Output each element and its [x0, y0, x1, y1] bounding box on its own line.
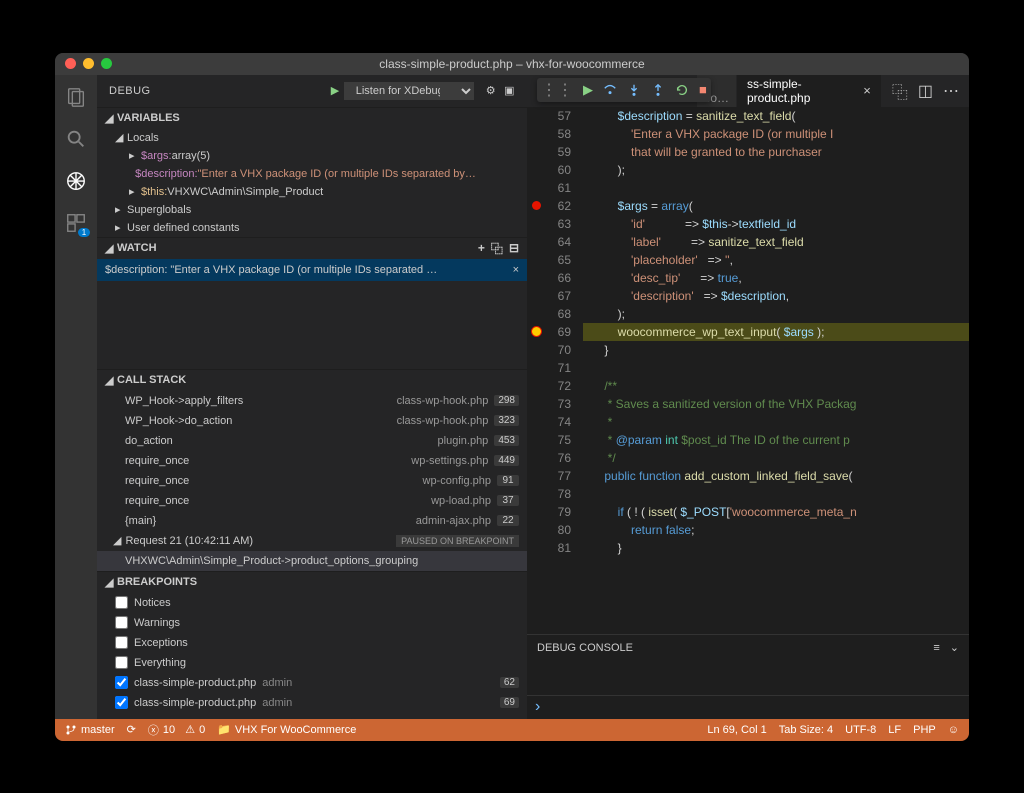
eol[interactable]: LF — [888, 724, 901, 736]
add-watch-icon[interactable]: + — [478, 241, 485, 255]
var-args[interactable]: ▸$args: array(5) — [97, 147, 527, 165]
breakpoint-checkbox[interactable] — [115, 636, 128, 649]
current-frame[interactable]: VHXWC\Admin\Simple_Product->product_opti… — [97, 551, 527, 571]
debug-toolbar: ⋮⋮ ▶ ■ — [537, 78, 711, 102]
breakpoint-item[interactable]: Notices — [97, 593, 527, 613]
console-input[interactable]: › — [527, 695, 969, 719]
remove-icon[interactable]: ⊟ — [509, 241, 519, 255]
compare-icon[interactable]: ⿻ — [892, 79, 908, 103]
editor-area: ⋮⋮ ▶ ■ -fo… ss-simple-product.php× ⿻ ◫ ⋯ — [527, 75, 969, 719]
editor-tabs: ⋮⋮ ▶ ■ -fo… ss-simple-product.php× ⿻ ◫ ⋯ — [527, 75, 969, 107]
step-into-button[interactable] — [627, 83, 641, 97]
breakpoint-item[interactable]: Exceptions — [97, 633, 527, 653]
callstack-frame[interactable]: WP_Hook->apply_filtersclass-wp-hook.php2… — [97, 391, 527, 411]
close-tab-icon[interactable]: × — [863, 83, 871, 98]
window-title: class-simple-product.php – vhx-for-wooco… — [379, 57, 644, 71]
thread-header[interactable]: ◢Request 21 (10:42:11 AM)PAUSED ON BREAK… — [97, 531, 527, 551]
activity-bar: 1 — [55, 75, 97, 719]
var-description[interactable]: $description: "Enter a VHX package ID (o… — [97, 165, 527, 183]
folder[interactable]: 📁 VHX For WooCommerce — [217, 723, 356, 736]
minimize-window[interactable] — [83, 58, 94, 69]
callstack-frame[interactable]: WP_Hook->do_actionclass-wp-hook.php323 — [97, 411, 527, 431]
callstack-section[interactable]: ◢CALL STACK — [97, 369, 527, 391]
breakpoints-section[interactable]: ◢BREAKPOINTS — [97, 571, 527, 593]
tab-size[interactable]: Tab Size: 4 — [779, 724, 833, 736]
close-icon[interactable]: × — [513, 264, 519, 276]
titlebar: class-simple-product.php – vhx-for-wooco… — [55, 53, 969, 75]
maximize-window[interactable] — [101, 58, 112, 69]
breakpoint-item[interactable]: Warnings — [97, 613, 527, 633]
tab-active[interactable]: ss-simple-product.php× — [737, 75, 882, 107]
continue-button[interactable]: ▶ — [583, 82, 593, 98]
gear-icon[interactable]: ⚙ — [486, 84, 496, 97]
watch-item[interactable]: $description: "Enter a VHX package ID (o… — [97, 259, 527, 281]
step-out-button[interactable] — [651, 83, 665, 97]
debug-console: DEBUG CONSOLE ≡ ⌄ › — [527, 634, 969, 719]
debug-config-select[interactable]: Listen for XDebug — [344, 82, 474, 100]
language[interactable]: PHP — [913, 724, 936, 736]
filter-icon[interactable]: ≡ — [933, 642, 939, 654]
callstack-frame[interactable]: require_oncewp-load.php37 — [97, 491, 527, 511]
start-debug-button[interactable]: ▶ — [331, 84, 340, 97]
stop-button[interactable]: ■ — [699, 82, 707, 97]
watch-section[interactable]: ◢WATCH+⿻⊟ — [97, 237, 527, 259]
breakpoint-item[interactable]: class-simple-product.phpadmin62 — [97, 673, 527, 693]
drag-handle-icon[interactable]: ⋮⋮ — [541, 80, 573, 100]
errors[interactable]: ⓧ 10 ⚠ 0 — [148, 722, 205, 738]
git-branch[interactable]: master — [65, 724, 115, 736]
collapse-icon[interactable]: ⿻ — [491, 240, 503, 257]
vscode-window: class-simple-product.php – vhx-for-wooco… — [55, 53, 969, 741]
collapse-icon[interactable]: ⌄ — [950, 641, 959, 654]
callstack-frame[interactable]: require_oncewp-settings.php449 — [97, 451, 527, 471]
close-window[interactable] — [65, 58, 76, 69]
breakpoint-checkbox[interactable] — [115, 656, 128, 669]
more-icon[interactable]: ⋯ — [943, 81, 959, 101]
variables-section[interactable]: ◢VARIABLES — [97, 107, 527, 129]
console-icon[interactable]: ▣ — [504, 84, 515, 97]
var-this[interactable]: ▸$this: VHXWC\Admin\Simple_Product — [97, 183, 527, 201]
search-icon[interactable] — [64, 127, 88, 151]
userconst-group[interactable]: ▸User defined constants — [97, 219, 527, 237]
breakpoint-item[interactable]: class-simple-product.phpadmin69 — [97, 693, 527, 713]
breakpoint-checkbox[interactable] — [115, 596, 128, 609]
debug-label: DEBUG — [109, 85, 151, 97]
callstack-frame[interactable]: {main}admin-ajax.php22 — [97, 511, 527, 531]
console-title: DEBUG CONSOLE — [537, 642, 633, 654]
extensions-icon[interactable]: 1 — [64, 211, 88, 235]
code-editor[interactable]: 5758596061626364656667686970717273747576… — [527, 107, 969, 634]
callstack-frame[interactable]: do_actionplugin.php453 — [97, 431, 527, 451]
statusbar: master ⟳ ⓧ 10 ⚠ 0 📁 VHX For WooCommerce … — [55, 719, 969, 741]
encoding[interactable]: UTF-8 — [845, 724, 876, 736]
breakpoint-checkbox[interactable] — [115, 676, 128, 689]
explorer-icon[interactable] — [64, 85, 88, 109]
debug-sidebar: DEBUG ▶ Listen for XDebug ⚙ ▣ ◢VARIABLES… — [97, 75, 527, 719]
superglobals-group[interactable]: ▸Superglobals — [97, 201, 527, 219]
restart-button[interactable] — [675, 83, 689, 97]
step-over-button[interactable] — [603, 83, 617, 97]
split-icon[interactable]: ◫ — [918, 81, 933, 101]
feedback-icon[interactable]: ☺ — [948, 724, 959, 736]
breakpoint-item[interactable]: Everything — [97, 653, 527, 673]
sync-icon[interactable]: ⟳ — [127, 723, 136, 736]
breakpoint-checkbox[interactable] — [115, 696, 128, 709]
debug-icon[interactable] — [64, 169, 88, 193]
breakpoint-checkbox[interactable] — [115, 616, 128, 629]
locals-group[interactable]: ◢Locals — [97, 129, 527, 147]
callstack-frame[interactable]: require_oncewp-config.php91 — [97, 471, 527, 491]
cursor-pos[interactable]: Ln 69, Col 1 — [707, 724, 766, 736]
